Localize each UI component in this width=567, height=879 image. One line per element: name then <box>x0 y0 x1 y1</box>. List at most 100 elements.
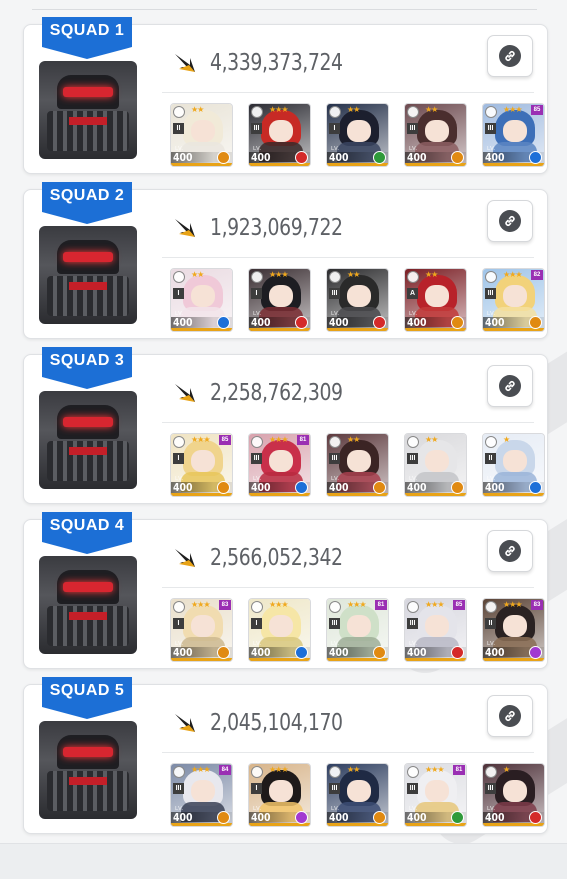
copy-link-button[interactable] <box>487 35 533 77</box>
copy-link-button[interactable] <box>487 365 533 407</box>
level-text: 400 <box>329 481 349 494</box>
damage-row: 4,339,373,724 <box>174 43 372 83</box>
character-card-4[interactable]: III ★★★ 85 LV. 400 <box>404 598 467 662</box>
character-card-3[interactable]: III ★★★ 81 LV. 400 <box>326 598 389 662</box>
damage-value: 4,339,373,724 <box>210 50 343 76</box>
link-icon <box>499 45 521 67</box>
iron-element-icon <box>217 646 230 659</box>
character-card-4[interactable]: A ★★ LV. 400 <box>404 268 467 332</box>
class-icon <box>485 106 497 118</box>
character-card-5[interactable]: II ★★★ 83 LV. 400 <box>482 598 545 662</box>
level-text: 400 <box>329 811 349 824</box>
character-card-1[interactable]: III ★★★ 84 LV. 400 <box>170 763 233 827</box>
boss-image <box>39 61 137 159</box>
class-icon <box>485 766 497 778</box>
character-card-5[interactable]: II ★ LV. 400 <box>482 433 545 497</box>
overload-badge: 85 <box>219 435 231 445</box>
character-card-5[interactable]: III ★ LV. 400 <box>482 763 545 827</box>
level-text: 400 <box>329 646 349 659</box>
character-card-1[interactable]: I ★★★ 85 LV. 400 <box>170 433 233 497</box>
character-card-1[interactable]: I ★★ LV. 400 <box>170 268 233 332</box>
burst-icon: I <box>251 618 262 629</box>
divider <box>162 422 534 423</box>
damage-row: 1,923,069,722 <box>174 208 372 248</box>
class-icon <box>173 601 185 613</box>
character-card-4[interactable]: III ★★ LV. 400 <box>404 433 467 497</box>
character-card-2[interactable]: I ★★★ LV. 400 <box>248 763 311 827</box>
divider <box>162 257 534 258</box>
level-text: 400 <box>173 646 193 659</box>
core-stars: ★★★ <box>191 765 210 774</box>
copy-link-button[interactable] <box>487 530 533 572</box>
core-stars: ★★★ <box>503 105 522 114</box>
character-card-1[interactable]: II ★★ LV. 400 <box>170 103 233 167</box>
character-list: III ★★★ 84 LV. 400 I ★★★ LV. 400 III ★★ … <box>170 763 560 827</box>
core-stars: ★★★ <box>191 435 210 444</box>
level-text: 400 <box>173 811 193 824</box>
character-card-4[interactable]: III ★★ LV. 400 <box>404 103 467 167</box>
character-card-3[interactable]: III ★★ LV. 400 <box>326 268 389 332</box>
water-element-icon <box>295 481 308 494</box>
character-list: II ★★ LV. 400 III ★★★ LV. 400 I ★★ LV. 4… <box>170 103 560 167</box>
character-card-3[interactable]: I ★★ LV. 400 <box>326 103 389 167</box>
burst-icon: III <box>485 783 496 794</box>
squad-label: SQUAD 1 <box>42 17 132 59</box>
character-card-3[interactable]: III ★★ LV. 400 <box>326 433 389 497</box>
level-text: 400 <box>485 481 505 494</box>
iron-element-icon <box>451 151 464 164</box>
class-icon <box>329 766 341 778</box>
character-card-2[interactable]: III ★★★ LV. 400 <box>248 103 311 167</box>
burst-icon: III <box>251 123 262 134</box>
water-element-icon <box>295 646 308 659</box>
burst-icon: II <box>173 123 184 134</box>
burst-icon: I <box>251 288 262 299</box>
burst-icon: III <box>329 783 340 794</box>
character-card-5[interactable]: III ★★★ 82 LV. 400 <box>482 268 545 332</box>
class-icon <box>407 106 419 118</box>
character-card-1[interactable]: I ★★★ 83 LV. 400 <box>170 598 233 662</box>
level-text: 400 <box>251 316 271 329</box>
burst-icon: I <box>173 618 184 629</box>
level-text: 400 <box>173 481 193 494</box>
core-stars: ★★ <box>191 270 204 279</box>
overload-badge: 83 <box>219 600 231 610</box>
burst-icon: A <box>407 288 418 299</box>
burst-icon: III <box>407 783 418 794</box>
electric-element-icon <box>529 646 542 659</box>
character-card-2[interactable]: I ★★★ LV. 400 <box>248 268 311 332</box>
character-list: I ★★ LV. 400 I ★★★ LV. 400 III ★★ LV. 40… <box>170 268 560 332</box>
iron-element-icon <box>217 151 230 164</box>
character-card-3[interactable]: III ★★ LV. 400 <box>326 763 389 827</box>
class-icon <box>173 436 185 448</box>
class-icon <box>251 271 263 283</box>
overload-badge: 85 <box>531 105 543 115</box>
character-card-2[interactable]: III ★★★ 81 LV. 400 <box>248 433 311 497</box>
class-icon <box>407 601 419 613</box>
damage-row: 2,045,104,170 <box>174 703 372 743</box>
core-stars: ★★★ <box>347 600 366 609</box>
burst-icon: II <box>485 618 496 629</box>
core-stars: ★★★ <box>503 600 522 609</box>
damage-icon <box>175 714 195 732</box>
damage-icon <box>175 54 195 72</box>
overload-badge: 81 <box>297 435 309 445</box>
burst-icon: III <box>407 123 418 134</box>
level-text: 400 <box>329 316 349 329</box>
damage-icon <box>175 219 195 237</box>
fire-element-icon <box>295 151 308 164</box>
core-stars: ★★ <box>425 435 438 444</box>
damage-value: 1,923,069,722 <box>210 215 343 241</box>
damage-row: 2,566,052,342 <box>174 538 372 578</box>
fire-element-icon <box>529 811 542 824</box>
level-text: 400 <box>407 151 427 164</box>
core-stars: ★★ <box>347 270 360 279</box>
character-card-2[interactable]: I ★★★ LV. 400 <box>248 598 311 662</box>
core-stars: ★★★ <box>425 765 444 774</box>
copy-link-button[interactable] <box>487 695 533 737</box>
squad-card-3: SQUAD 3 2,258,762,309 I ★★★ 85 LV. 400 I… <box>23 347 548 504</box>
character-card-5[interactable]: III ★★★ 85 LV. 400 <box>482 103 545 167</box>
copy-link-button[interactable] <box>487 200 533 242</box>
iron-element-icon <box>217 481 230 494</box>
burst-icon: III <box>485 123 496 134</box>
character-card-4[interactable]: III ★★★ 81 LV. 400 <box>404 763 467 827</box>
